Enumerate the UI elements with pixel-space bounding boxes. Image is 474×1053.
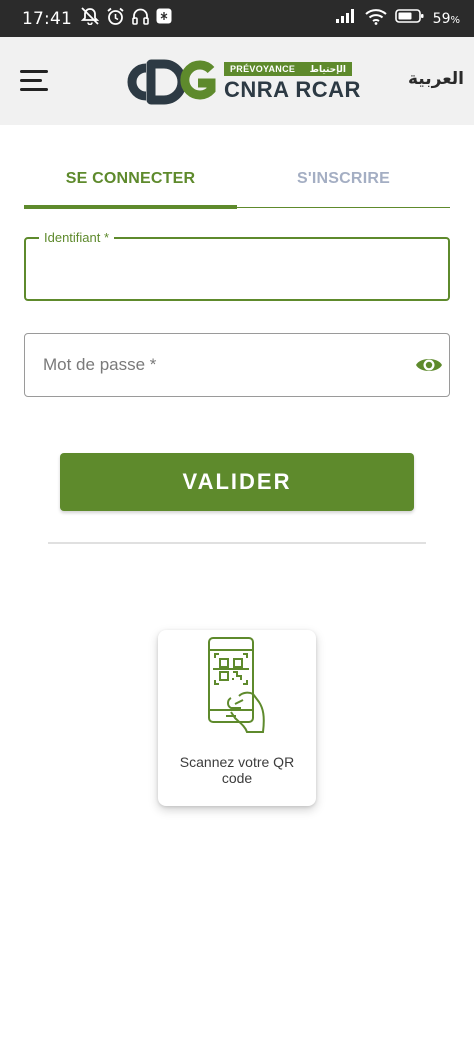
signal-icon bbox=[335, 8, 357, 29]
muted-notifications-icon bbox=[80, 7, 100, 30]
headset-icon bbox=[131, 7, 150, 30]
battery-percent: 59% bbox=[432, 10, 460, 27]
logo-badge: PRÉVOYANCE الإحتياط bbox=[224, 62, 352, 76]
identifier-label: Identifiant * bbox=[39, 230, 115, 245]
alarm-icon bbox=[106, 7, 125, 31]
phone-qr-scan-icon bbox=[208, 637, 265, 733]
status-notification-icons bbox=[80, 7, 172, 31]
cdg-logo-mark bbox=[127, 59, 216, 105]
status-bar: 17:41 59% bbox=[0, 0, 474, 37]
password-field[interactable]: Mot de passe * bbox=[24, 333, 450, 397]
qr-scan-card[interactable]: Scannez votre QR code bbox=[158, 630, 316, 806]
qr-scan-label: Scannez votre QR code bbox=[179, 754, 295, 786]
app-notification-icon bbox=[156, 8, 172, 29]
identifier-field[interactable]: Identifiant * bbox=[24, 230, 450, 301]
app-header: PRÉVOYANCE الإحتياط CNRA RCAR العربية bbox=[0, 37, 474, 125]
password-placeholder: Mot de passe * bbox=[43, 355, 157, 374]
logo-subtitle: CNRA RCAR bbox=[224, 77, 361, 102]
cdg-cnra-rcar-logo: PRÉVOYANCE الإحتياط CNRA RCAR bbox=[118, 59, 360, 105]
language-switch-link[interactable]: العربية bbox=[408, 69, 464, 89]
active-tab-indicator bbox=[24, 205, 237, 209]
validate-button[interactable]: VALIDER bbox=[60, 453, 414, 511]
auth-tabs: SE CONNECTER S'INSCRIRE bbox=[24, 150, 450, 209]
status-system-icons: 59% bbox=[335, 8, 460, 30]
battery-icon bbox=[394, 8, 425, 29]
tab-register[interactable]: S'INSCRIRE bbox=[237, 150, 450, 207]
divider bbox=[48, 542, 426, 544]
tab-login[interactable]: SE CONNECTER bbox=[24, 150, 237, 207]
hamburger-menu-icon[interactable] bbox=[20, 70, 48, 92]
status-time: 17:41 bbox=[22, 8, 72, 29]
wifi-icon bbox=[364, 8, 387, 30]
eye-icon[interactable] bbox=[415, 352, 443, 378]
